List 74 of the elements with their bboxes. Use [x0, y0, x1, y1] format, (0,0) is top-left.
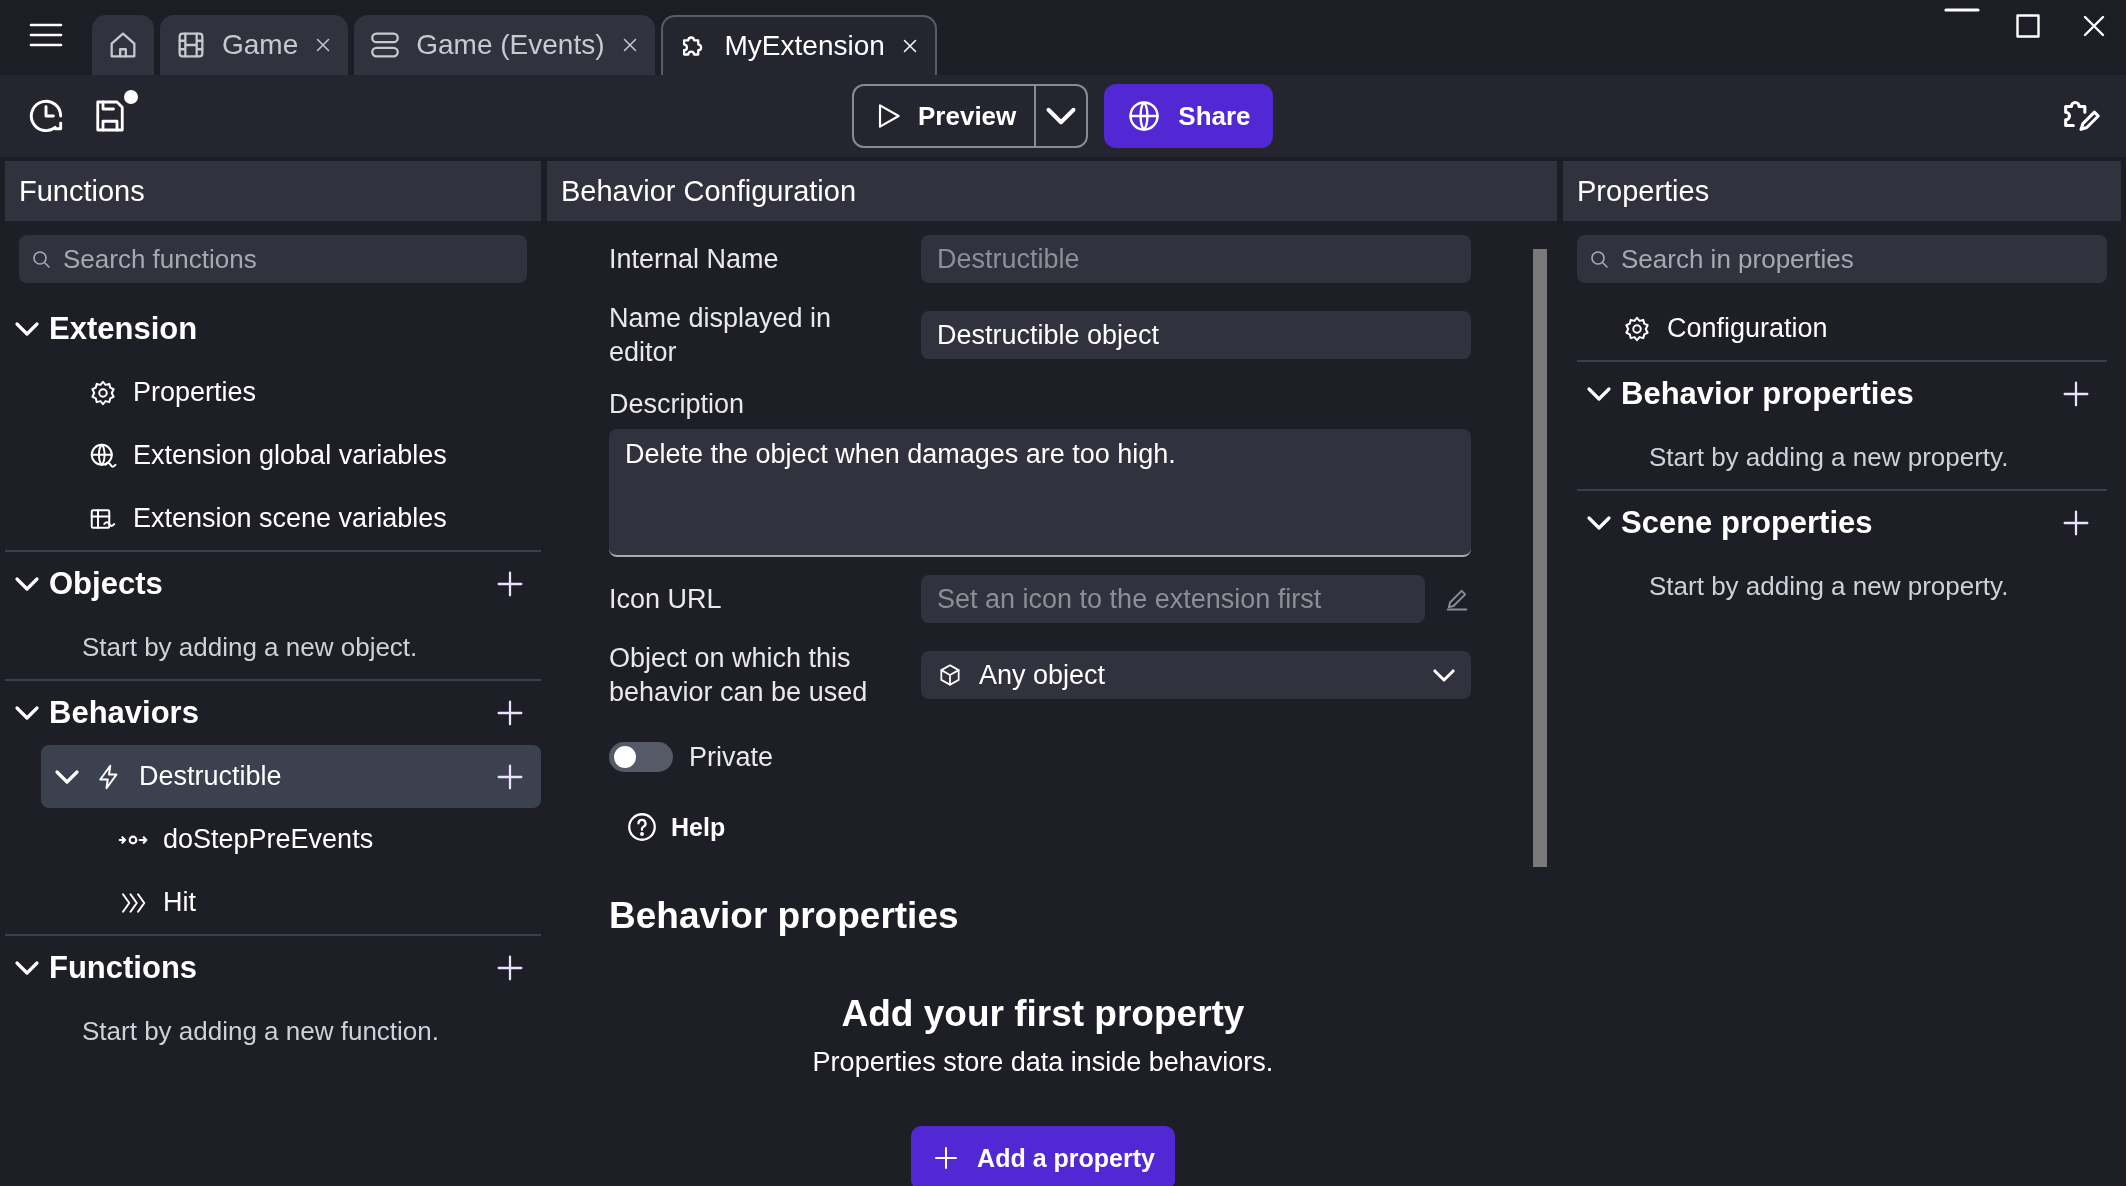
list-item[interactable]: Configuration	[1577, 297, 2107, 360]
chevron-icon	[1587, 516, 1611, 530]
cube-icon	[937, 662, 963, 688]
field-label: Name displayed in editor	[609, 302, 833, 369]
text-field[interactable]: Destructible object	[921, 311, 1471, 359]
chevron-button[interactable]	[15, 961, 39, 975]
search-placeholder: Search functions	[63, 243, 257, 275]
toggle-label: Private	[689, 741, 774, 773]
empty-state-text: Properties store data inside behaviors.	[812, 1047, 1274, 1078]
item-label: Hit	[163, 887, 196, 918]
empty-message: Start by adding a new property.	[1649, 571, 2009, 602]
item-label: Properties	[133, 377, 257, 408]
panel-title: Functions	[5, 161, 541, 221]
tab-label: Game	[222, 29, 299, 61]
chevron-button[interactable]	[15, 577, 39, 591]
chevron-icon	[15, 706, 39, 720]
chevron-icon	[15, 322, 39, 336]
select-field[interactable]: Any object	[921, 651, 1471, 699]
tab[interactable]: Game	[160, 15, 349, 75]
empty-state-title: Add your first property	[841, 993, 1245, 1035]
section-title: Objects	[49, 566, 163, 602]
chevron-button[interactable]	[15, 322, 39, 336]
search-field[interactable]: Search in properties	[1577, 235, 2107, 283]
tab[interactable]: Game (Events)	[354, 15, 655, 75]
chevron-button[interactable]	[1587, 516, 1611, 530]
add-property-button[interactable]: Add a property	[911, 1126, 1175, 1186]
field-label: Internal Name	[609, 243, 780, 276]
chevron-icon	[55, 769, 79, 784]
caret-icon	[1433, 668, 1455, 682]
item-label: Extension global variables	[133, 440, 447, 471]
chevron-button[interactable]	[55, 769, 79, 784]
arrows-icon	[118, 835, 148, 844]
item-label: Extension scene variables	[133, 503, 447, 534]
tree-item[interactable]: Destructible	[41, 745, 541, 808]
empty-message: Start by adding a new property.	[1649, 442, 2009, 473]
tree-item[interactable]: Extension scene variables	[5, 487, 541, 550]
tree-item[interactable]: doStepPreEvents	[5, 808, 541, 871]
help-button[interactable]: Help	[609, 799, 742, 855]
field-label: Object on which this behavior can be used	[609, 642, 869, 709]
minimize-icon	[1944, 8, 1980, 12]
field-label: Description	[609, 388, 746, 421]
toggle-switch[interactable]	[609, 742, 673, 772]
panel-title: Properties	[1563, 161, 2121, 221]
caret-icon	[1046, 107, 1077, 125]
description-field[interactable]: Delete the object when damages are too high.	[609, 429, 1471, 557]
share-button[interactable]: Share	[1104, 84, 1273, 148]
tree-item[interactable]: Properties	[5, 361, 541, 424]
chevron-icon	[15, 577, 39, 591]
tab[interactable]: MyExtension	[660, 15, 937, 75]
chevron-button[interactable]	[1587, 387, 1611, 401]
item-label: Destructible	[139, 761, 282, 792]
tab[interactable]	[92, 15, 154, 75]
section-heading: Behavior properties	[609, 895, 960, 937]
section-title: Scene properties	[1621, 505, 1873, 541]
help-icon	[625, 810, 659, 844]
tree-item[interactable]: Extension global variables	[5, 424, 541, 487]
chevron-icon	[15, 961, 39, 975]
empty-message: Start by adding a new object.	[82, 632, 418, 663]
chevron-button[interactable]	[15, 706, 39, 720]
search-placeholder: Search in properties	[1621, 243, 1854, 275]
chevron-icon	[1587, 387, 1611, 401]
panel-title: Behavior Configuration	[547, 161, 1557, 221]
section-title: Functions	[49, 950, 198, 986]
tree-item[interactable]: Hit	[5, 871, 541, 934]
tab-label: Game (Events)	[416, 29, 605, 61]
search-field[interactable]: Search functions	[19, 235, 527, 283]
field-label: Icon URL	[609, 583, 723, 616]
empty-message: Start by adding a new function.	[82, 1016, 439, 1047]
item-label: doStepPreEvents	[163, 824, 374, 855]
section-title: Behaviors	[49, 695, 199, 731]
section-title: Behavior properties	[1621, 376, 1914, 412]
item-label: Configuration	[1667, 313, 1828, 344]
tab-label: MyExtension	[724, 30, 885, 62]
section-title: Extension	[49, 311, 198, 347]
